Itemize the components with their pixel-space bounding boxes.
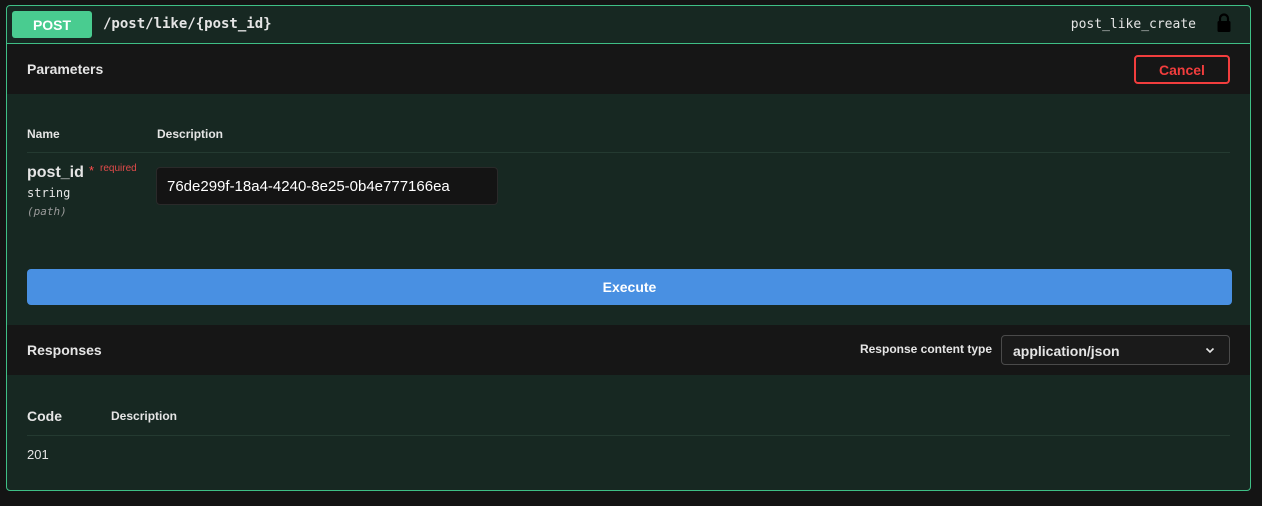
description-column-header: Description: [157, 127, 224, 141]
post-id-input[interactable]: [156, 167, 498, 205]
required-star: *: [89, 163, 95, 178]
chevron-down-icon: [1205, 347, 1215, 354]
response-content-type-value: application/json: [1013, 343, 1120, 359]
parameters-divider: [27, 152, 1230, 153]
lock-icon[interactable]: [1216, 13, 1232, 33]
responses-title: Responses: [27, 342, 102, 358]
response-description-column-header: Description: [111, 409, 178, 423]
endpoint-path: /post/like/{post_id}: [103, 16, 272, 32]
param-type: string: [27, 186, 71, 200]
parameters-header: Parameters Cancel: [7, 44, 1250, 94]
name-column-header: Name: [27, 127, 60, 141]
response-content-type-select[interactable]: application/json: [1001, 335, 1230, 365]
param-location: (path): [27, 205, 67, 218]
method-badge: POST: [12, 11, 92, 38]
operation-block: POST /post/like/{post_id} post_like_crea…: [6, 5, 1251, 491]
required-label: required: [100, 163, 137, 174]
operation-id: post_like_create: [1070, 17, 1196, 32]
response-code: 201: [27, 447, 49, 462]
cancel-button[interactable]: Cancel: [1134, 55, 1230, 84]
responses-divider: [27, 435, 1230, 436]
param-name: post_id: [27, 164, 84, 181]
operation-summary[interactable]: POST /post/like/{post_id} post_like_crea…: [7, 6, 1250, 44]
execute-button[interactable]: Execute: [27, 269, 1232, 305]
response-content-type-label: Response content type: [859, 342, 992, 356]
parameters-title: Parameters: [27, 61, 104, 77]
code-column-header: Code: [27, 408, 62, 424]
responses-header: Responses Response content type applicat…: [7, 325, 1250, 375]
